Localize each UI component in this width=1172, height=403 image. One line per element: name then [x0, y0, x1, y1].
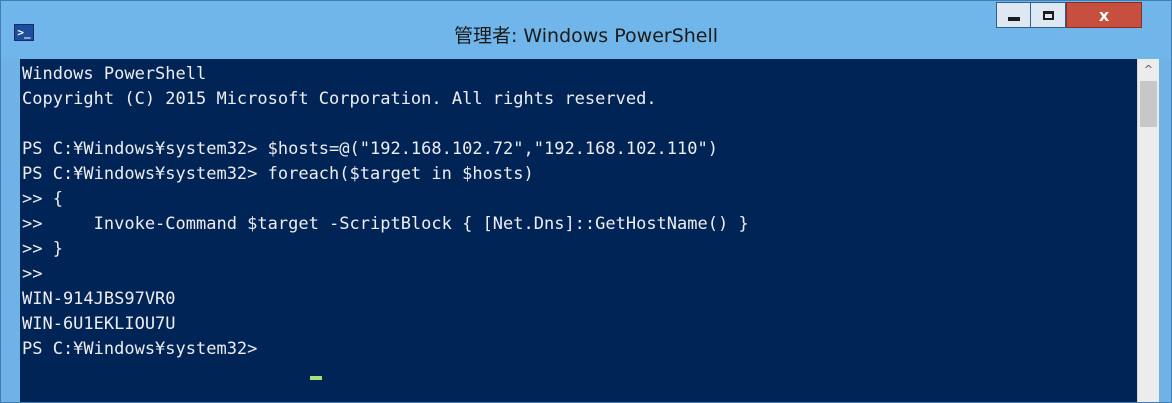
- close-icon: x: [1098, 5, 1110, 25]
- scrollbar-thumb[interactable]: [1140, 81, 1157, 127]
- close-button[interactable]: x: [1066, 2, 1142, 28]
- minimize-button[interactable]: [996, 2, 1031, 28]
- console-line: >>: [22, 264, 43, 284]
- console-line: >> Invoke-Command $target -ScriptBlock {…: [22, 214, 749, 234]
- text-cursor: [310, 376, 322, 380]
- minimize-icon: [1007, 17, 1020, 21]
- maximize-icon: [1042, 10, 1054, 20]
- title-bar[interactable]: >_ 管理者: Windows PowerShell x: [1, 1, 1171, 59]
- console-line: Windows PowerShell: [22, 64, 207, 84]
- console-line: WIN-6U1EKLIOU7U: [22, 314, 176, 334]
- maximize-button[interactable]: [1031, 2, 1066, 28]
- console-line: >> {: [22, 189, 63, 209]
- console-line: Copyright (C) 2015 Microsoft Corporation…: [22, 89, 657, 109]
- scroll-up-arrow-icon[interactable]: ^: [1138, 59, 1159, 79]
- powershell-window: >_ 管理者: Windows PowerShell x Windows Pow…: [0, 0, 1172, 403]
- console-prompt: PS C:¥Windows¥system32>: [22, 339, 268, 359]
- console-line: PS C:¥Windows¥system32> foreach($target …: [22, 164, 534, 184]
- console-output[interactable]: Windows PowerShell Copyright (C) 2015 Mi…: [20, 59, 1137, 402]
- console-line: WIN-914JBS97VR0: [22, 289, 176, 309]
- vertical-scrollbar[interactable]: ^: [1137, 59, 1159, 402]
- console-line: PS C:¥Windows¥system32> $hosts=@("192.16…: [22, 139, 718, 159]
- console-line: >> }: [22, 239, 63, 259]
